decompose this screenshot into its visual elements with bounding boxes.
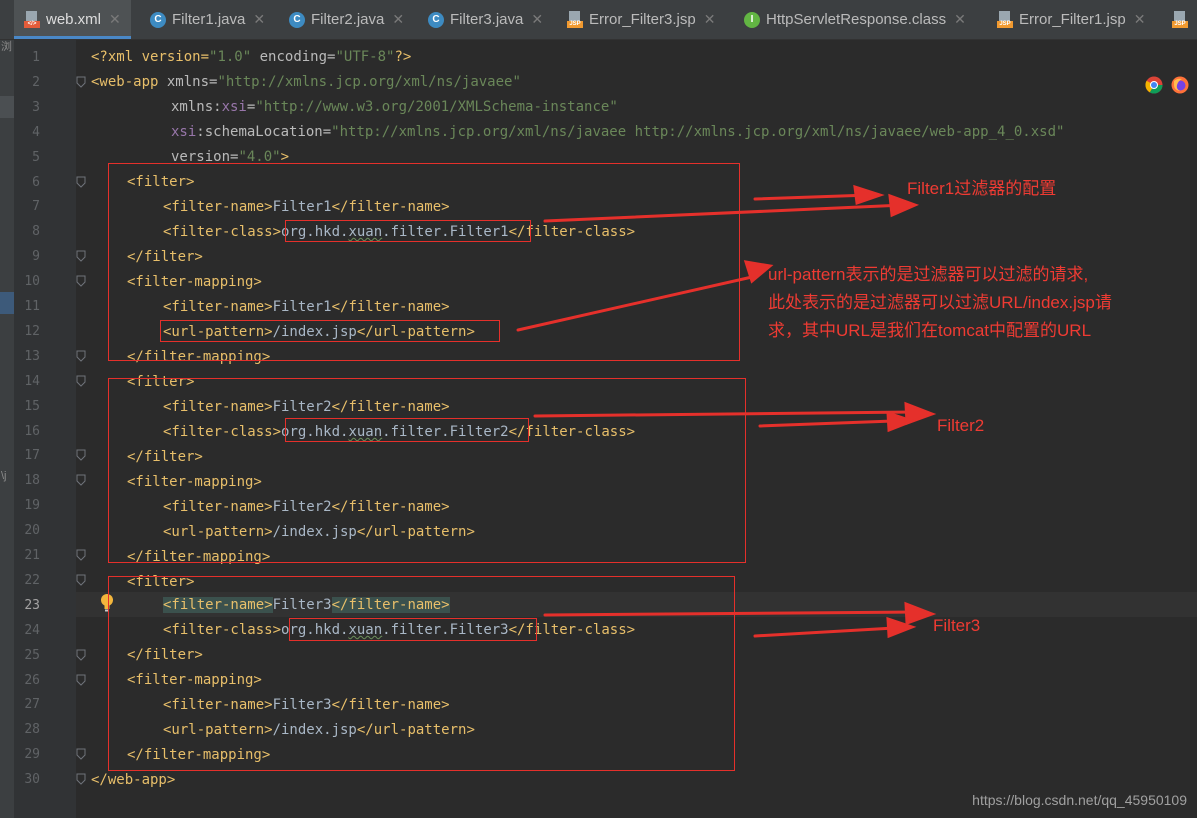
watermark: https://blog.csdn.net/qq_45950109: [972, 792, 1187, 808]
arrow-line: [753, 193, 872, 201]
annotation-arrows: [516, 184, 937, 639]
annotation-filter2: Filter2: [937, 416, 985, 435]
arrow-line: [543, 610, 917, 617]
arrow-line: [753, 626, 897, 638]
annotation-filter3: Filter3: [933, 616, 981, 635]
annotation-line: 此处表示的是过滤器可以过滤URL/index.jsp请: [768, 293, 1112, 312]
annotation-filter1: Filter1过滤器的配置: [907, 179, 1057, 198]
arrow-line: [758, 419, 897, 428]
arrow-line: [543, 203, 907, 223]
annotation-line: url-pattern表示的是过滤器可以过滤的请求,: [768, 265, 1089, 284]
arrow-head: [853, 184, 885, 206]
arrow-line: [533, 410, 917, 418]
arrow-head: [743, 260, 774, 284]
annotation-line: 求，其中URL是我们在tomcat中配置的URL: [768, 321, 1092, 340]
annotation-url-pattern: url-pattern表示的是过滤器可以过滤的请求, 此处表示的是过滤器可以过滤…: [768, 261, 1112, 345]
arrow-head: [904, 601, 937, 626]
arrow-line: [516, 275, 754, 332]
